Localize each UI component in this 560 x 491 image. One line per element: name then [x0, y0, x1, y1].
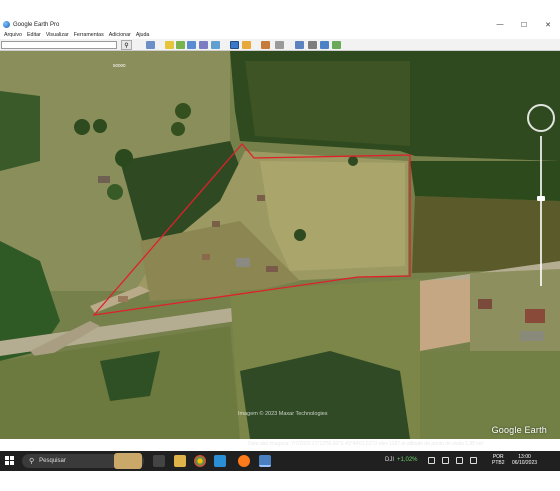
search-icon: ⚲ — [29, 458, 35, 465]
placemark-icon[interactable] — [165, 41, 174, 49]
screen-margin — [0, 471, 560, 491]
status-line: Data das imagens: 7/7/2020 21°12'56.83"S… — [248, 441, 484, 447]
polygon-icon[interactable] — [176, 41, 185, 49]
window-title: Google Earth Pro — [13, 21, 60, 28]
stock-change: +1,02% — [397, 457, 418, 463]
google-earth-icon — [3, 21, 10, 28]
google-earth-taskbar-icon[interactable] — [259, 455, 271, 467]
zoom-slider[interactable] — [537, 136, 545, 286]
system-clock[interactable]: 13:00 06/10/2023 — [512, 454, 537, 466]
windows-taskbar: ⚲ Pesquisar DJI +1,02% POR PTB2 13:00 06/… — [0, 451, 560, 471]
satellite-imagery — [0, 51, 560, 439]
menu-ajuda[interactable]: Ajuda — [136, 32, 150, 38]
tray-chevron-icon[interactable] — [428, 457, 435, 464]
language-indicator[interactable]: POR PTB2 — [492, 454, 505, 466]
menu-adicionar[interactable]: Adicionar — [109, 32, 131, 38]
windows-start-icon[interactable] — [5, 456, 15, 466]
imagery-copyright: Imagem © 2023 Maxar Technologies — [238, 411, 328, 417]
historical-imagery-icon[interactable] — [230, 41, 239, 49]
battery-icon[interactable] — [470, 457, 477, 464]
volume-icon[interactable] — [456, 457, 463, 464]
planets-icon[interactable] — [261, 41, 270, 49]
overlay-icon[interactable] — [199, 41, 208, 49]
print-icon[interactable] — [308, 41, 317, 49]
firefox-icon[interactable] — [238, 455, 250, 467]
timeline-year: 1985 — [11, 440, 22, 445]
email-icon[interactable] — [295, 41, 304, 49]
menu-bar: Arquivo Editar Visualizar Ferramentas Ad… — [0, 30, 560, 39]
google-earth-window: Google Earth Pro — ☐ ✕ Arquivo Editar Vi… — [0, 0, 560, 491]
zoom-slider-knob[interactable] — [537, 196, 545, 201]
keyboard-layout: PTB2 — [492, 460, 505, 466]
tour-icon[interactable] — [211, 41, 220, 49]
maps-icon[interactable] — [332, 41, 341, 49]
file-explorer-icon[interactable] — [174, 455, 186, 467]
scale-label: 50000 — [113, 63, 126, 68]
compass-icon[interactable] — [527, 104, 555, 132]
menu-ferramentas[interactable]: Ferramentas — [74, 32, 104, 38]
network-icon[interactable] — [442, 457, 449, 464]
search-icon: ⚲ — [124, 42, 129, 49]
sidebar-icon[interactable] — [146, 41, 155, 49]
search-highlight-icon — [114, 453, 142, 469]
sun-icon[interactable] — [242, 41, 251, 49]
clock-date: 06/10/2023 — [512, 460, 538, 466]
map-view[interactable] — [0, 51, 560, 439]
stock-widget[interactable]: DJI +1,02% — [385, 457, 418, 463]
historical-timeline[interactable]: 1985 — [4, 440, 21, 445]
menu-visualizar[interactable]: Visualizar — [46, 32, 69, 38]
ruler-icon[interactable] — [275, 41, 284, 49]
path-icon[interactable] — [187, 41, 196, 49]
navigation-controls — [526, 104, 556, 286]
menu-editar[interactable]: Editar — [27, 32, 41, 38]
chrome-icon[interactable] — [194, 455, 206, 467]
search-input[interactable] — [1, 41, 117, 49]
menu-arquivo[interactable]: Arquivo — [4, 32, 22, 38]
save-image-icon[interactable] — [320, 41, 329, 49]
task-view-icon[interactable] — [153, 455, 165, 467]
stock-label: DJI — [385, 457, 394, 463]
taskbar-search-label: Pesquisar — [39, 458, 66, 464]
google-earth-logo: Google Earth — [491, 425, 547, 435]
maps-app-icon[interactable] — [214, 455, 226, 467]
timeline-icon — [4, 440, 8, 445]
search-button[interactable]: ⚲ — [121, 40, 132, 50]
